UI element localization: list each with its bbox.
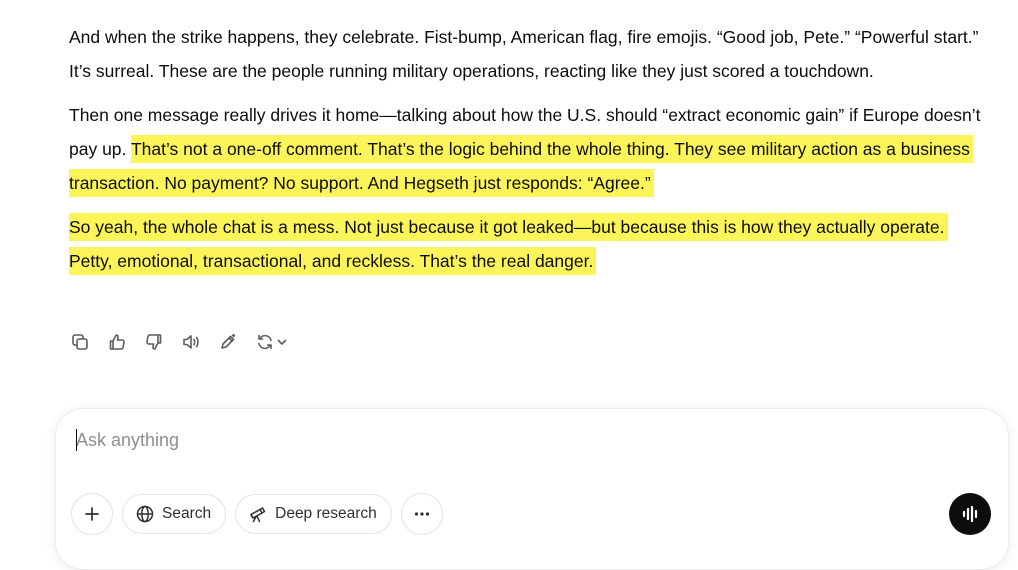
highlighted-text: That’s not a one-off comment. That’s the… xyxy=(69,135,973,197)
search-button[interactable]: Search xyxy=(122,494,227,534)
edit-canvas-button[interactable] xyxy=(217,331,239,353)
thumbs-up-icon xyxy=(109,334,125,350)
message-paragraph: Then one message really drives it home—t… xyxy=(69,98,989,200)
copy-icon xyxy=(72,334,88,350)
edit-icon xyxy=(221,333,236,349)
regenerate-button[interactable] xyxy=(254,331,288,353)
message-paragraph: So yeah, the whole chat is a mess. Not j… xyxy=(69,210,989,278)
read-aloud-button[interactable] xyxy=(180,331,202,353)
message-paragraph: And when the strike happens, they celebr… xyxy=(69,27,979,81)
chevron-down-icon xyxy=(277,339,286,345)
highlighted-text: So yeah, the whole chat is a mess. Not j… xyxy=(69,213,948,275)
bad-response-button[interactable] xyxy=(143,331,165,353)
globe-icon xyxy=(136,505,154,523)
message-actions xyxy=(69,331,288,353)
copy-button[interactable] xyxy=(69,331,91,353)
more-options-button[interactable] xyxy=(400,493,443,535)
telescope-icon xyxy=(250,507,266,523)
text-caret xyxy=(76,429,77,451)
regenerate-icon xyxy=(257,334,272,350)
voice-waveform-icon xyxy=(962,505,978,523)
composer-toolbar: Search Deep research xyxy=(71,493,443,535)
voice-mode-button[interactable] xyxy=(949,493,991,535)
deep-research-button-label: Deep research xyxy=(275,505,377,522)
good-response-button[interactable] xyxy=(106,331,128,353)
attach-button[interactable] xyxy=(71,493,113,535)
search-button-label: Search xyxy=(162,505,212,522)
thumbs-down-icon xyxy=(146,334,162,350)
assistant-message: And when the strike happens, they celebr… xyxy=(69,20,989,288)
plus-icon xyxy=(85,507,99,521)
composer: Search Deep research xyxy=(55,408,1009,570)
more-icon xyxy=(414,512,429,516)
read-aloud-icon xyxy=(183,335,199,349)
prompt-input[interactable] xyxy=(76,425,956,455)
deep-research-button[interactable]: Deep research xyxy=(235,494,392,534)
